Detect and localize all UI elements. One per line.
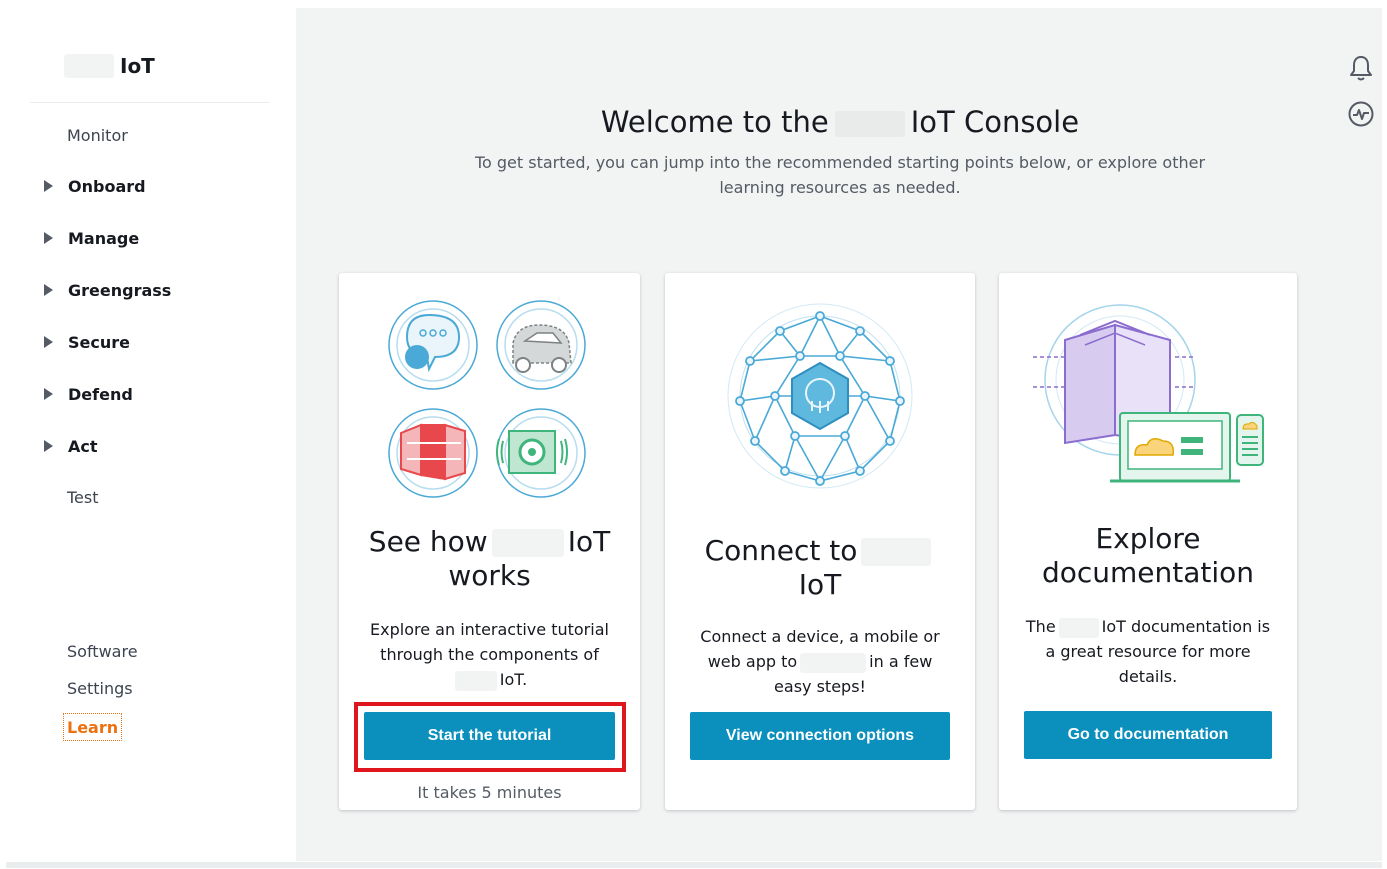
redacted-brand bbox=[800, 652, 867, 673]
card-tutorial-title: See how IoT works bbox=[339, 525, 640, 593]
sidebar-item-label: Greengrass bbox=[68, 280, 172, 300]
caret-right-icon bbox=[44, 284, 53, 296]
sidebar-item-label: Onboard bbox=[68, 176, 146, 196]
connect-illustration-icon bbox=[727, 303, 913, 489]
sidebar-item-secure[interactable]: Secure bbox=[44, 331, 130, 353]
desc-text: The bbox=[1025, 617, 1056, 636]
sidebar-item-settings[interactable]: Settings bbox=[67, 677, 133, 699]
sidebar-item-software[interactable]: Software bbox=[67, 640, 138, 662]
redacted-brand bbox=[454, 670, 497, 691]
caret-right-icon bbox=[44, 180, 53, 192]
card-documentation-description: The IoT documentation is a great resource… bbox=[1019, 614, 1277, 689]
sidebar-item-label: Software bbox=[67, 641, 138, 661]
title-text: documentation bbox=[1041, 556, 1255, 589]
sidebar-item-defend[interactable]: Defend bbox=[44, 383, 133, 405]
desc-text: IoT documentation is bbox=[1101, 617, 1271, 636]
redacted-brand bbox=[861, 538, 932, 566]
title-text: Explore bbox=[1095, 522, 1201, 555]
bell-icon[interactable] bbox=[1348, 54, 1374, 82]
redacted-brand bbox=[1058, 617, 1099, 638]
sidebar-item-monitor[interactable]: Monitor bbox=[67, 124, 128, 146]
sidebar-item-label: Test bbox=[67, 487, 99, 507]
desc-text: through the components of bbox=[380, 645, 599, 664]
documentation-illustration-icon bbox=[1033, 304, 1264, 483]
tutorial-duration-note: It takes 5 minutes bbox=[417, 783, 562, 802]
desc-text: Connect a device, a mobile or bbox=[700, 627, 940, 646]
desc-text: easy steps! bbox=[774, 677, 866, 696]
sidebar-item-label: Learn bbox=[67, 717, 119, 737]
sidebar-item-label: Secure bbox=[68, 332, 130, 352]
title-text: See how bbox=[368, 525, 488, 558]
page-title: Welcome to the IoT Console bbox=[297, 103, 1383, 141]
sidebar-item-label: Defend bbox=[68, 384, 133, 404]
title-suffix: IoT Console bbox=[910, 105, 1080, 139]
card-connect-description: Connect a device, a mobile or web app to… bbox=[685, 624, 955, 699]
sidebar-item-test[interactable]: Test bbox=[67, 486, 99, 508]
sidebar-item-greengrass[interactable]: Greengrass bbox=[44, 279, 171, 301]
sidebar-item-label: Settings bbox=[67, 678, 133, 698]
page-subtitle: To get started, you can jump into the re… bbox=[474, 153, 1206, 197]
sidebar-item-label: Act bbox=[68, 436, 98, 456]
redacted-brand bbox=[491, 529, 564, 557]
desc-text: in a few bbox=[869, 652, 933, 671]
sidebar-item-label: Manage bbox=[68, 228, 140, 248]
caret-right-icon bbox=[44, 336, 53, 348]
desc-text: Explore an interactive tutorial bbox=[370, 620, 609, 639]
caret-right-icon bbox=[44, 440, 53, 452]
title-text: IoT bbox=[798, 568, 842, 601]
card-documentation-title: Explore documentation bbox=[999, 522, 1297, 590]
view-connection-options-button[interactable]: View connection options bbox=[690, 712, 950, 760]
title-text: IoT bbox=[567, 525, 611, 558]
title-text: Connect to bbox=[704, 534, 858, 567]
redacted-brand bbox=[64, 54, 114, 78]
card-connect-title: Connect to IoT bbox=[665, 534, 975, 602]
brand-text: IoT bbox=[120, 54, 155, 78]
desc-text: a great resource for more bbox=[1045, 642, 1251, 661]
sidebar-item-manage[interactable]: Manage bbox=[44, 227, 139, 249]
go-to-documentation-button[interactable]: Go to documentation bbox=[1024, 711, 1272, 759]
desc-text: web app to bbox=[707, 652, 798, 671]
sidebar-item-learn[interactable]: Learn bbox=[63, 713, 123, 741]
title-text: works bbox=[448, 559, 531, 592]
redacted-brand bbox=[834, 111, 905, 137]
caret-right-icon bbox=[44, 232, 53, 244]
card-tutorial: See how IoT works Explore an interactive … bbox=[339, 273, 640, 810]
desc-text: details. bbox=[1118, 667, 1178, 686]
sidebar-item-label: Monitor bbox=[67, 125, 128, 145]
card-connect: Connect to IoT Connect a device, a mobil… bbox=[665, 273, 975, 810]
brand-logo[interactable]: IoT bbox=[64, 52, 155, 80]
caret-right-icon bbox=[44, 388, 53, 400]
sidebar-item-onboard[interactable]: Onboard bbox=[44, 175, 146, 197]
card-tutorial-description: Explore an interactive tutorial through … bbox=[359, 617, 620, 692]
sidebar: IoT Monitor Onboard Manage Greengrass Se… bbox=[0, 0, 296, 869]
title-prefix: Welcome to the bbox=[600, 105, 829, 139]
horizontal-scrollbar[interactable] bbox=[6, 862, 1382, 868]
highlight-box bbox=[354, 702, 626, 772]
desc-text: IoT. bbox=[499, 670, 528, 689]
sidebar-divider bbox=[30, 102, 270, 103]
sidebar-item-act[interactable]: Act bbox=[44, 435, 98, 457]
tutorial-illustration-icon bbox=[388, 300, 586, 498]
card-documentation: Explore documentation The IoT documentati… bbox=[999, 273, 1297, 810]
